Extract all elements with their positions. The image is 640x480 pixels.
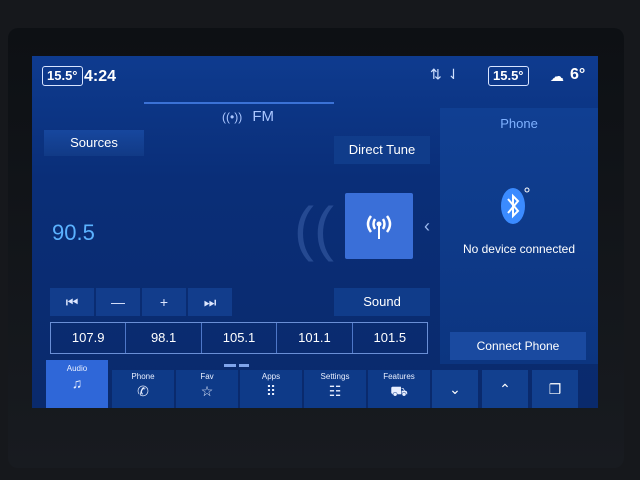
signal-arrows-icon: ⇅ ⇃ <box>430 66 461 82</box>
radio-source-tile[interactable] <box>345 193 413 259</box>
band-text: FM <box>252 108 275 125</box>
nav-features[interactable]: Features ⛟ <box>368 370 430 408</box>
current-frequency: 90.5 <box>52 220 95 245</box>
sound-button[interactable]: Sound <box>334 288 430 316</box>
radio-wave-watermark-icon: (( <box>294 195 334 262</box>
cloud-night-icon: ☁ <box>550 68 564 84</box>
settings-sliders-icon: ☷ <box>328 383 342 399</box>
copy-windows-icon[interactable]: ❐ <box>532 370 578 408</box>
nav-fav-label: Fav <box>200 372 214 381</box>
nav-features-label: Features <box>383 372 415 381</box>
tune-down-button[interactable]: — <box>96 288 140 316</box>
preset-5[interactable]: 101.5 <box>353 323 427 353</box>
preset-page-indicator <box>224 354 252 367</box>
chevron-left-icon[interactable]: ‹ <box>424 216 430 237</box>
nav-fav[interactable]: Fav ☆ <box>176 370 238 408</box>
band-label: ((•)) FM <box>222 108 274 125</box>
direct-tune-button[interactable]: Direct Tune <box>334 136 430 164</box>
radio-antenna-icon <box>366 215 392 239</box>
band-divider <box>144 102 334 104</box>
preset-2[interactable]: 98.1 <box>126 323 202 353</box>
outside-temperature: 6° <box>570 66 586 83</box>
preset-1[interactable]: 107.9 <box>51 323 127 353</box>
phone-icon: ✆ <box>137 383 149 399</box>
nav-settings-label: Settings <box>320 372 350 381</box>
nav-phone-label: Phone <box>131 372 155 381</box>
tune-up-button[interactable]: + <box>142 288 186 316</box>
nav-phone[interactable]: Phone ✆ <box>112 370 174 408</box>
nav-apps[interactable]: Apps ⠿ <box>240 370 302 408</box>
car-icon: ⛟ <box>390 383 408 399</box>
infotainment-screen: 15.5° 4:24 ⇅ ⇃ 15.5° ☁ 6° ((•)) FM Sourc… <box>32 56 598 408</box>
preset-4[interactable]: 101.1 <box>277 323 353 353</box>
preset-3[interactable]: 105.1 <box>202 323 278 353</box>
nav-audio-label: Audio <box>66 364 88 373</box>
status-bar: 15.5° 4:24 ⇅ ⇃ 15.5° ☁ 6° <box>32 56 598 96</box>
antenna-icon: ((•)) <box>222 110 243 124</box>
bottom-nav: Audio ♫ Phone ✆ Fav ☆ Apps ⠿ Settings ☷ … <box>32 360 598 408</box>
chevron-down-icon[interactable]: ⌄ <box>432 370 478 408</box>
nav-apps-label: Apps <box>261 372 281 381</box>
zone-temperature[interactable]: 15.5° <box>488 66 529 86</box>
nav-settings[interactable]: Settings ☷ <box>304 370 366 408</box>
star-icon: ☆ <box>200 383 214 399</box>
preset-bar: 107.9 98.1 105.1 101.1 101.5 <box>50 322 428 354</box>
seek-forward-button[interactable]: ⏭ <box>188 288 232 316</box>
no-device-status: No device connected <box>462 242 576 256</box>
music-note-icon: ♫ <box>71 375 83 391</box>
phone-panel: Phone No device connected Connect Phone <box>440 108 598 364</box>
sources-button[interactable]: Sources <box>44 130 144 156</box>
chevron-up-icon[interactable]: ⌃ <box>482 370 528 408</box>
phone-panel-title[interactable]: Phone <box>440 116 598 131</box>
apps-grid-icon: ⠿ <box>265 383 277 399</box>
nav-audio[interactable]: Audio ♫ <box>46 360 108 408</box>
seek-back-button[interactable]: ⏮ <box>50 288 94 316</box>
cabin-temperature[interactable]: 15.5° <box>42 66 83 86</box>
clock: 4:24 <box>84 68 117 85</box>
bluetooth-icon <box>501 187 530 224</box>
connect-phone-button[interactable]: Connect Phone <box>450 332 586 360</box>
